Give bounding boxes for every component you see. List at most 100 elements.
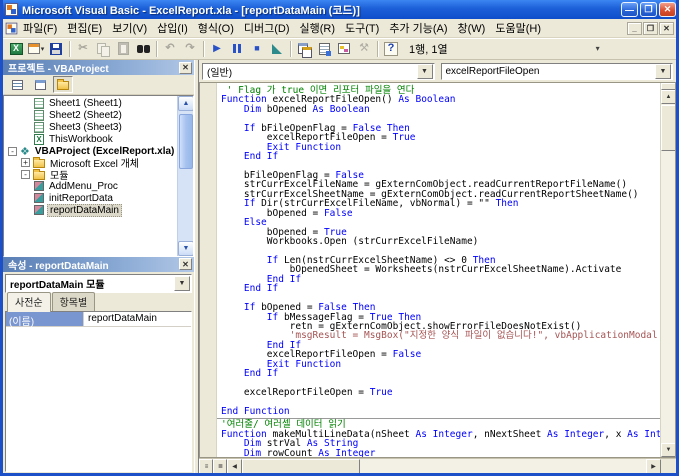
redo-icon: ↷ bbox=[185, 43, 194, 54]
workbook-icon: X bbox=[34, 134, 44, 145]
menu-item[interactable]: 실행(R) bbox=[295, 18, 341, 38]
toolbar-options-icon[interactable]: ▾ bbox=[596, 44, 600, 53]
menu-item[interactable]: 편집(E) bbox=[62, 18, 107, 38]
toolbar-separator bbox=[377, 41, 378, 57]
dropdown-caret-icon[interactable]: ▾ bbox=[41, 45, 45, 53]
chevron-down-icon[interactable]: ▼ bbox=[655, 64, 671, 79]
paste-button[interactable] bbox=[113, 40, 133, 58]
properties-window-button[interactable] bbox=[314, 40, 334, 58]
break-button[interactable] bbox=[227, 40, 247, 58]
design-mode-button[interactable] bbox=[267, 40, 287, 58]
sheet-icon bbox=[34, 110, 44, 121]
redo-button[interactable]: ↷ bbox=[180, 40, 200, 58]
toolbar-buttons: X ▾ ✂ ↶ ↷ ▶ ■ ⚒? bbox=[6, 40, 401, 58]
toggle-folders-button[interactable] bbox=[53, 76, 73, 93]
scrollbar-thumb[interactable] bbox=[242, 459, 360, 474]
tree-item[interactable]: +Microsoft Excel 개체 bbox=[4, 157, 177, 169]
maximize-button[interactable]: ❐ bbox=[640, 2, 657, 17]
view-excel-icon: X bbox=[10, 43, 23, 55]
tree-item[interactable]: Sheet2 (Sheet2) bbox=[4, 110, 177, 122]
full-module-view-button[interactable]: ≣ bbox=[213, 459, 227, 474]
save-button[interactable] bbox=[46, 40, 66, 58]
properties-panel-close-icon[interactable]: ✕ bbox=[179, 258, 192, 270]
code-line: excelReportFileOpen = True bbox=[221, 388, 660, 397]
code-editor[interactable]: ' Flag 가 true 이면 리포터 파일을 연다Function exce… bbox=[199, 82, 676, 458]
tab-categorized[interactable]: 항목별 bbox=[52, 292, 96, 311]
run-button[interactable]: ▶ bbox=[207, 40, 227, 58]
menu-item[interactable]: 형식(O) bbox=[193, 18, 239, 38]
minimize-button[interactable]: — bbox=[621, 2, 638, 17]
scroll-up-icon[interactable]: ▲ bbox=[178, 96, 194, 111]
menu-item[interactable]: 삽입(I) bbox=[152, 18, 193, 38]
mdi-minimize-button[interactable]: _ bbox=[627, 22, 642, 35]
scroll-down-icon[interactable]: ▼ bbox=[178, 241, 194, 256]
toolbar-separator bbox=[203, 41, 204, 57]
chevron-down-icon[interactable]: ▼ bbox=[174, 276, 190, 291]
copy-button[interactable] bbox=[93, 40, 113, 58]
scroll-right-icon[interactable]: ▶ bbox=[646, 459, 661, 474]
tree-item-label: ThisWorkbook bbox=[47, 134, 115, 145]
tree-item[interactable]: Sheet3 (Sheet3) bbox=[4, 122, 177, 134]
code-content[interactable]: ' Flag 가 true 이면 리포터 파일을 연다Function exce… bbox=[217, 83, 660, 457]
menu-item[interactable]: 창(W) bbox=[453, 18, 491, 38]
code-window: (일반) ▼ excelReportFileOpen ▼ ' Flag 가 tr… bbox=[198, 60, 676, 474]
menu-bar: 파일(F)편집(E)보기(V)삽입(I)형식(O)디버그(D)실행(R)도구(T… bbox=[3, 19, 676, 38]
toolbox-button[interactable]: ⚒ bbox=[354, 40, 374, 58]
scroll-down-icon[interactable]: ▼ bbox=[661, 443, 676, 457]
code-vertical-scrollbar[interactable]: ▲ ▼ bbox=[660, 83, 675, 457]
help-button[interactable]: ? bbox=[381, 40, 401, 58]
cut-button[interactable]: ✂ bbox=[73, 40, 93, 58]
tree-item[interactable]: reportDataMain bbox=[4, 204, 177, 216]
menu-item[interactable]: 도움말(H) bbox=[490, 18, 546, 38]
view-excel-button[interactable]: X bbox=[6, 40, 26, 58]
menu-item[interactable]: 도구(T) bbox=[340, 18, 384, 38]
chevron-down-icon[interactable]: ▼ bbox=[417, 64, 433, 79]
project-explorer-button[interactable] bbox=[294, 40, 314, 58]
menu-item[interactable]: 보기(V) bbox=[107, 18, 152, 38]
menu-item[interactable]: 파일(F) bbox=[18, 18, 62, 38]
scrollbar-track[interactable] bbox=[360, 459, 646, 474]
insert-userform-button[interactable]: ▾ bbox=[26, 40, 46, 58]
object-dropdown[interactable]: (일반) ▼ bbox=[202, 63, 435, 80]
properties-window-icon bbox=[319, 43, 330, 55]
split-handle[interactable] bbox=[661, 83, 676, 90]
menu-item[interactable]: 추가 기능(A) bbox=[384, 18, 452, 38]
procedure-dropdown[interactable]: excelReportFileOpen ▼ bbox=[441, 63, 674, 80]
sheet-icon bbox=[34, 122, 44, 133]
project-tree-scrollbar[interactable]: ▲ ▼ bbox=[177, 96, 193, 256]
mdi-close-button[interactable]: ✕ bbox=[659, 22, 674, 35]
menu-items: 파일(F)편집(E)보기(V)삽입(I)형식(O)디버그(D)실행(R)도구(T… bbox=[18, 18, 546, 38]
scroll-left-icon[interactable]: ◀ bbox=[227, 459, 242, 474]
selected-object-label: reportDataMain 모듈 bbox=[6, 276, 174, 291]
view-code-button[interactable] bbox=[7, 76, 27, 93]
tree-expander[interactable]: - bbox=[21, 170, 30, 179]
close-button[interactable]: ✕ bbox=[659, 2, 676, 17]
find-button[interactable] bbox=[133, 40, 153, 58]
scrollbar-thumb[interactable] bbox=[179, 114, 193, 169]
tree-item[interactable]: Sheet1 (Sheet1) bbox=[4, 98, 177, 110]
tree-expander[interactable]: + bbox=[21, 158, 30, 167]
property-value[interactable]: reportDataMain bbox=[84, 312, 191, 326]
tree-item[interactable]: AddMenu_Proc bbox=[4, 181, 177, 193]
view-object-button[interactable] bbox=[30, 76, 50, 93]
scrollbar-thumb[interactable] bbox=[661, 105, 676, 151]
object-browser-button[interactable] bbox=[334, 40, 354, 58]
mdi-restore-button[interactable]: ❐ bbox=[643, 22, 658, 35]
tree-item-label: AddMenu_Proc bbox=[47, 181, 120, 192]
tree-item[interactable]: -모듈 bbox=[4, 169, 177, 181]
menu-item[interactable]: 디버그(D) bbox=[239, 18, 295, 38]
undo-button[interactable]: ↶ bbox=[160, 40, 180, 58]
project-panel-title: 프로젝트 - VBAProject bbox=[8, 60, 179, 75]
tree-expander[interactable]: - bbox=[8, 147, 17, 156]
properties-object-selector[interactable]: reportDataMain 모듈 ▼ bbox=[5, 274, 192, 293]
reset-button[interactable]: ■ bbox=[247, 40, 267, 58]
tree-item[interactable]: XThisWorkbook bbox=[4, 133, 177, 145]
tab-alphabetical[interactable]: 사전순 bbox=[7, 292, 51, 312]
tree-item[interactable]: initReportData bbox=[4, 192, 177, 204]
property-row[interactable]: (이름) reportDataMain bbox=[6, 312, 191, 327]
project-panel-close-icon[interactable]: ✕ bbox=[179, 62, 192, 74]
scroll-up-icon[interactable]: ▲ bbox=[661, 90, 676, 104]
procedure-view-button[interactable]: ≡ bbox=[199, 459, 213, 474]
code-line: Exit Function bbox=[221, 143, 660, 152]
code-line: End If bbox=[221, 284, 660, 293]
